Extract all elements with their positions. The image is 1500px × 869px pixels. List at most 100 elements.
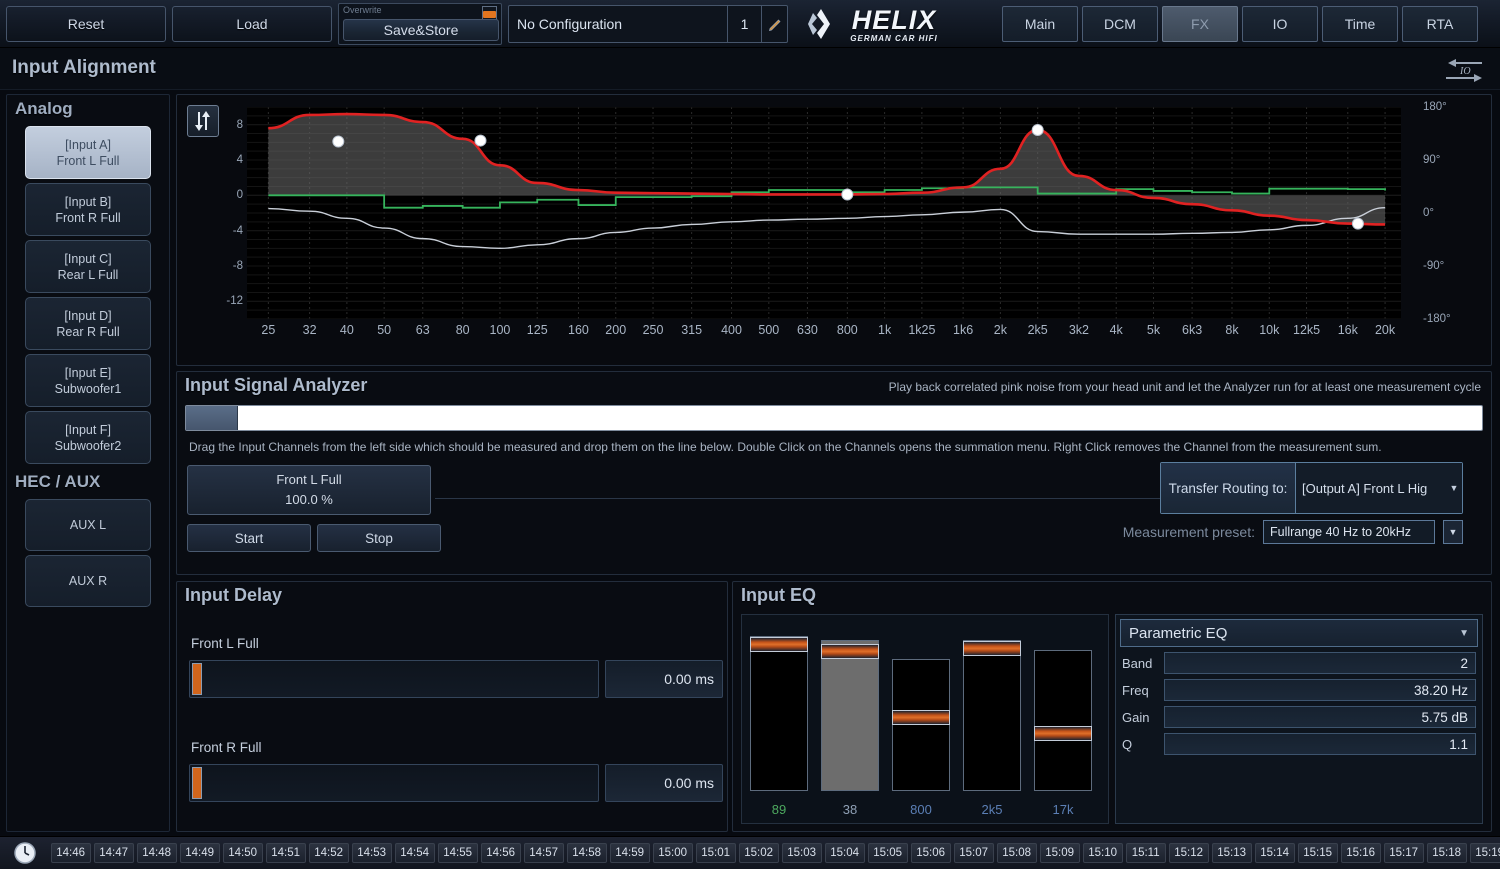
chart-plot-area[interactable]: [247, 107, 1401, 319]
timeline-tick[interactable]: 15:03: [781, 843, 822, 863]
tab-io[interactable]: IO: [1242, 5, 1318, 42]
pencil-icon[interactable]: [761, 5, 787, 42]
eq-band-slider-handle[interactable]: [963, 640, 1021, 656]
timeline-tick[interactable]: 14:52: [308, 843, 349, 863]
chevron-down-icon[interactable]: ▼: [1459, 628, 1469, 639]
timeline-tick[interactable]: 14:48: [136, 843, 177, 863]
sidebar-item-input-f[interactable]: [Input F] Subwoofer2: [25, 411, 151, 464]
input-eq-panel: Input EQ 89 38 800 2k5 17k Parametric EQ ▼ B…: [732, 581, 1492, 832]
timeline-tick[interactable]: 14:53: [351, 843, 392, 863]
timeline-tick[interactable]: 15:06: [910, 843, 951, 863]
peq-gain-value[interactable]: 5.75 dB: [1164, 706, 1476, 728]
eq-band-slider[interactable]: [750, 636, 808, 791]
eq-band-handle[interactable]: [1031, 123, 1044, 136]
timeline-tick[interactable]: 15:17: [1383, 843, 1424, 863]
eq-band-sliders[interactable]: 89 38 800 2k5 17k: [741, 614, 1109, 824]
timeline-tick[interactable]: 15:11: [1125, 843, 1166, 863]
timeline-tick[interactable]: 14:46: [50, 843, 91, 863]
tab-fx[interactable]: FX: [1162, 5, 1238, 42]
delay-value-0[interactable]: 0.00 ms: [605, 660, 723, 698]
sidebar-item-input-e[interactable]: [Input E] Subwoofer1: [25, 354, 151, 407]
sidebar-item-aux-r[interactable]: AUX R: [25, 555, 151, 607]
chip-channel-percent: 100.0 %: [285, 492, 333, 507]
timeline-tick[interactable]: 14:54: [394, 843, 435, 863]
timeline-tick[interactable]: 15:19: [1469, 843, 1500, 863]
timeline-tick[interactable]: 15:09: [1039, 843, 1080, 863]
timeline-tick[interactable]: 14:47: [93, 843, 134, 863]
sidebar-item-input-a[interactable]: [Input A] Front L Full: [25, 126, 151, 179]
tab-dcm[interactable]: DCM: [1082, 5, 1158, 42]
eq-band-slider[interactable]: [1034, 650, 1092, 791]
input-delay-title: Input Delay: [185, 585, 283, 605]
eq-band-handle[interactable]: [474, 134, 487, 147]
timeline-tick[interactable]: 14:58: [566, 843, 607, 863]
tab-time[interactable]: Time: [1322, 5, 1398, 42]
x-axis-tick: 315: [681, 323, 703, 337]
timeline-tick[interactable]: 15:18: [1426, 843, 1467, 863]
chevron-down-icon[interactable]: ▼: [1446, 463, 1462, 513]
clock-icon[interactable]: [0, 840, 51, 866]
io-routing-icon[interactable]: IO: [1442, 56, 1486, 84]
timeline-tick[interactable]: 14:57: [523, 843, 564, 863]
eq-band-slider-handle[interactable]: [750, 637, 808, 653]
timeline-tick[interactable]: 15:00: [652, 843, 693, 863]
sidebar-item-input-d[interactable]: [Input D] Rear R Full: [25, 297, 151, 350]
timeline-ticks[interactable]: 14:46 14:47 14:48 14:49 14:50 14:51 14:52 14:53…: [50, 843, 1500, 863]
save-store-button[interactable]: Save&Store: [343, 18, 499, 41]
delay-slider-handle-0[interactable]: [192, 663, 202, 695]
timeline-tick[interactable]: 15:01: [695, 843, 736, 863]
measured-channel-chip[interactable]: Front L Full 100.0 %: [187, 465, 431, 515]
transfer-routing-select[interactable]: [Output A] Front L Hig: [1296, 463, 1446, 513]
peq-q-value[interactable]: 1.1: [1164, 733, 1476, 755]
timeline-tick[interactable]: 14:51: [265, 843, 306, 863]
timeline-tick[interactable]: 14:49: [179, 843, 220, 863]
timeline-tick[interactable]: 15:13: [1211, 843, 1252, 863]
timeline-tick[interactable]: 15:07: [953, 843, 994, 863]
timeline-tick[interactable]: 14:59: [609, 843, 650, 863]
timeline-tick[interactable]: 14:55: [437, 843, 478, 863]
sidebar-item-aux-l[interactable]: AUX L: [25, 499, 151, 551]
load-button[interactable]: Load: [172, 5, 332, 42]
timeline-tick[interactable]: 14:56: [480, 843, 521, 863]
x-axis-tick: 16k: [1337, 323, 1358, 337]
delay-slider-0[interactable]: [189, 660, 599, 698]
peq-freq-value[interactable]: 38.20 Hz: [1164, 679, 1476, 701]
timeline-tick[interactable]: 15:02: [738, 843, 779, 863]
eq-band-slider[interactable]: [963, 639, 1021, 791]
parametric-eq-header[interactable]: Parametric EQ ▼: [1120, 619, 1478, 647]
timeline-tick[interactable]: 15:16: [1340, 843, 1381, 863]
tab-rta[interactable]: RTA: [1402, 5, 1478, 42]
start-button[interactable]: Start: [187, 524, 311, 552]
eq-band-slider-handle[interactable]: [1034, 725, 1092, 741]
delay-slider-1[interactable]: [189, 764, 599, 802]
timeline-tick[interactable]: 15:05: [867, 843, 908, 863]
eq-band-slider[interactable]: [892, 659, 950, 791]
timeline-tick[interactable]: 15:10: [1082, 843, 1123, 863]
peq-band-value[interactable]: 2: [1164, 652, 1476, 674]
timeline-tick[interactable]: 15:04: [824, 843, 865, 863]
eq-band-slider-handle[interactable]: [821, 643, 879, 659]
eq-band-frequency-label: 800: [910, 802, 932, 817]
sidebar-item-input-b[interactable]: [Input B] Front R Full: [25, 183, 151, 236]
timeline-tick[interactable]: 15:08: [996, 843, 1037, 863]
reset-button[interactable]: Reset: [6, 5, 166, 42]
timeline-tick[interactable]: 15:14: [1254, 843, 1295, 863]
chevron-down-icon[interactable]: ▼: [1443, 520, 1463, 544]
timeline-tick[interactable]: 15:15: [1297, 843, 1338, 863]
eq-band-slider-handle[interactable]: [892, 710, 950, 726]
configuration-name[interactable]: No Configuration: [509, 6, 727, 42]
delay-value-1[interactable]: 0.00 ms: [605, 764, 723, 802]
eq-band-handle[interactable]: [1351, 217, 1364, 230]
timeline-tick[interactable]: 15:12: [1168, 843, 1209, 863]
measurement-preset-select[interactable]: Fullrange 40 Hz to 20kHz: [1263, 520, 1435, 544]
delay-slider-handle-1[interactable]: [192, 767, 202, 799]
sidebar-item-input-c[interactable]: [Input C] Rear L Full: [25, 240, 151, 293]
tab-main[interactable]: Main: [1002, 5, 1078, 42]
eq-band-slider[interactable]: [821, 639, 879, 791]
input-f-tag: [Input F]: [65, 422, 111, 437]
configuration-number[interactable]: 1: [727, 5, 761, 42]
eq-band-handle[interactable]: [841, 188, 854, 201]
eq-band-handle[interactable]: [332, 135, 345, 148]
timeline-tick[interactable]: 14:50: [222, 843, 263, 863]
stop-button[interactable]: Stop: [317, 524, 441, 552]
